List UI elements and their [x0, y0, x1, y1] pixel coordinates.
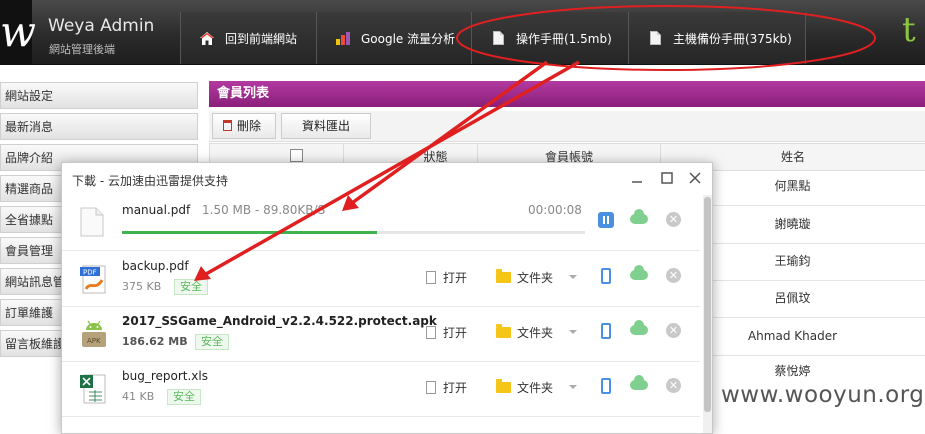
- file-name: backup.pdf: [122, 259, 189, 273]
- download-progress-bar: [122, 231, 585, 234]
- open-label: 打开: [443, 271, 468, 285]
- file-open-icon: [426, 326, 436, 339]
- blank-file-icon: [80, 207, 106, 239]
- safe-badge: 安全: [174, 279, 208, 295]
- open-folder-button[interactable]: 文件夹: [496, 269, 553, 286]
- safe-badge: 安全: [195, 334, 229, 350]
- maximize-icon[interactable]: [658, 169, 676, 187]
- scrollbar[interactable]: [703, 195, 712, 433]
- download-time: 00:00:08: [528, 203, 582, 217]
- open-folder-button[interactable]: 文件夹: [496, 379, 553, 396]
- nav-operation-manual[interactable]: 操作手冊(1.5mb): [471, 12, 628, 64]
- pause-icon[interactable]: [598, 212, 614, 228]
- open-label: 打开: [443, 381, 468, 395]
- chevron-down-icon[interactable]: [569, 385, 577, 389]
- nav-label: 主機備份手冊(375kb): [673, 31, 792, 46]
- brand-subtitle: 網站管理後端: [49, 43, 115, 56]
- folder-icon: [496, 379, 511, 393]
- brand-title: Weya Admin: [48, 16, 155, 36]
- folder-icon: [496, 324, 511, 338]
- file-size: 41 KB: [122, 390, 155, 403]
- file-name: bug_report.xls: [122, 369, 208, 383]
- apk-android-icon: APK: [80, 318, 106, 350]
- list-toolbar: 刪除 資料匯出: [209, 111, 925, 142]
- open-button[interactable]: 打开: [426, 324, 467, 341]
- remove-icon[interactable]: ✕: [666, 378, 681, 393]
- download-item[interactable]: APK 2017_SSGame_Android_v2.2.4.522.prote…: [62, 306, 700, 362]
- delete-button[interactable]: 刪除: [212, 113, 276, 139]
- sidebar-item-site-settings[interactable]: 網站設定: [0, 82, 198, 109]
- nav-label: 操作手冊(1.5mb): [516, 31, 612, 46]
- cloud-icon[interactable]: [630, 320, 648, 335]
- file-open-icon: [426, 271, 436, 284]
- cloud-icon[interactable]: [630, 265, 648, 280]
- folder-icon: [496, 269, 511, 283]
- select-all-checkbox[interactable]: [290, 149, 303, 162]
- watermark-text: www.wooyun.org: [721, 382, 925, 408]
- nav-label: Google 流量分析: [361, 31, 456, 46]
- remove-icon[interactable]: ✕: [666, 212, 681, 227]
- file-name: manual.pdf: [122, 203, 191, 217]
- file-name: 2017_SSGame_Android_v2.2.4.522.protect.a…: [122, 314, 437, 328]
- open-button[interactable]: 打开: [426, 269, 467, 286]
- partial-logo-text: t: [902, 10, 916, 50]
- download-item[interactable]: PDF backup.pdf 375 KB 安全 打开 文件夹 ✕: [62, 251, 700, 307]
- file-size: 375 KB: [122, 280, 162, 293]
- remove-icon[interactable]: ✕: [666, 268, 681, 283]
- trash-icon: [223, 120, 232, 131]
- nav-front-site[interactable]: 回到前端網站: [180, 12, 316, 64]
- dialog-title: 下載 - 云加速由迅雷提供支持: [72, 174, 228, 188]
- open-label: 打开: [443, 326, 468, 340]
- open-folder-button[interactable]: 文件夹: [496, 324, 553, 341]
- folder-label: 文件夹: [517, 326, 554, 340]
- logo-icon: w: [0, 0, 36, 64]
- export-button[interactable]: 資料匯出: [281, 113, 371, 139]
- close-icon[interactable]: [686, 169, 704, 187]
- minimize-icon[interactable]: [628, 169, 646, 187]
- folder-label: 文件夹: [517, 271, 554, 285]
- document-icon: [490, 30, 506, 46]
- svg-text:PDF: PDF: [83, 269, 97, 277]
- pdf-icon: PDF: [80, 263, 106, 295]
- sidebar-item-news[interactable]: 最新消息: [0, 113, 198, 140]
- delete-label: 刪除: [237, 119, 262, 133]
- file-size: 186.62 MB: [122, 335, 188, 348]
- phone-icon[interactable]: [601, 378, 611, 394]
- open-button[interactable]: 打开: [426, 379, 467, 396]
- download-item[interactable]: bug_report.xls 41 KB 安全 打开 文件夹 ✕: [62, 361, 700, 417]
- home-icon: [199, 30, 215, 46]
- admin-header: w Weya Admin 網站管理後端 回到前端網站 Google 流量分析 操…: [0, 0, 925, 65]
- download-item[interactable]: manual.pdf 1.50 MB - 89.80KB/S 00:00:08 …: [62, 195, 700, 251]
- document-icon: [647, 30, 663, 46]
- chevron-down-icon[interactable]: [569, 330, 577, 334]
- svg-text:APK: APK: [87, 337, 101, 345]
- folder-label: 文件夹: [517, 381, 554, 395]
- progress-fill: [122, 231, 377, 234]
- download-dialog: 下載 - 云加速由迅雷提供支持 manual.pdf 1.50 MB - 89.…: [61, 162, 713, 434]
- scrollbar-thumb[interactable]: [704, 197, 711, 412]
- nav-label: 回到前端網站: [225, 31, 298, 46]
- bar-chart-icon: [335, 30, 351, 46]
- nav-backup-manual[interactable]: 主機備份手冊(375kb): [628, 12, 806, 64]
- page-title: 會員列表: [209, 81, 925, 107]
- chevron-down-icon[interactable]: [569, 275, 577, 279]
- excel-icon: [80, 373, 106, 405]
- file-open-icon: [426, 381, 436, 394]
- download-speed: 1.50 MB - 89.80KB/S: [202, 203, 326, 217]
- nav-google-analytics[interactable]: Google 流量分析: [316, 12, 471, 64]
- safe-badge: 安全: [167, 389, 201, 405]
- phone-icon[interactable]: [601, 268, 611, 284]
- cloud-icon[interactable]: [630, 209, 648, 224]
- cloud-icon[interactable]: [630, 375, 648, 390]
- remove-icon[interactable]: ✕: [666, 323, 681, 338]
- phone-icon[interactable]: [601, 323, 611, 339]
